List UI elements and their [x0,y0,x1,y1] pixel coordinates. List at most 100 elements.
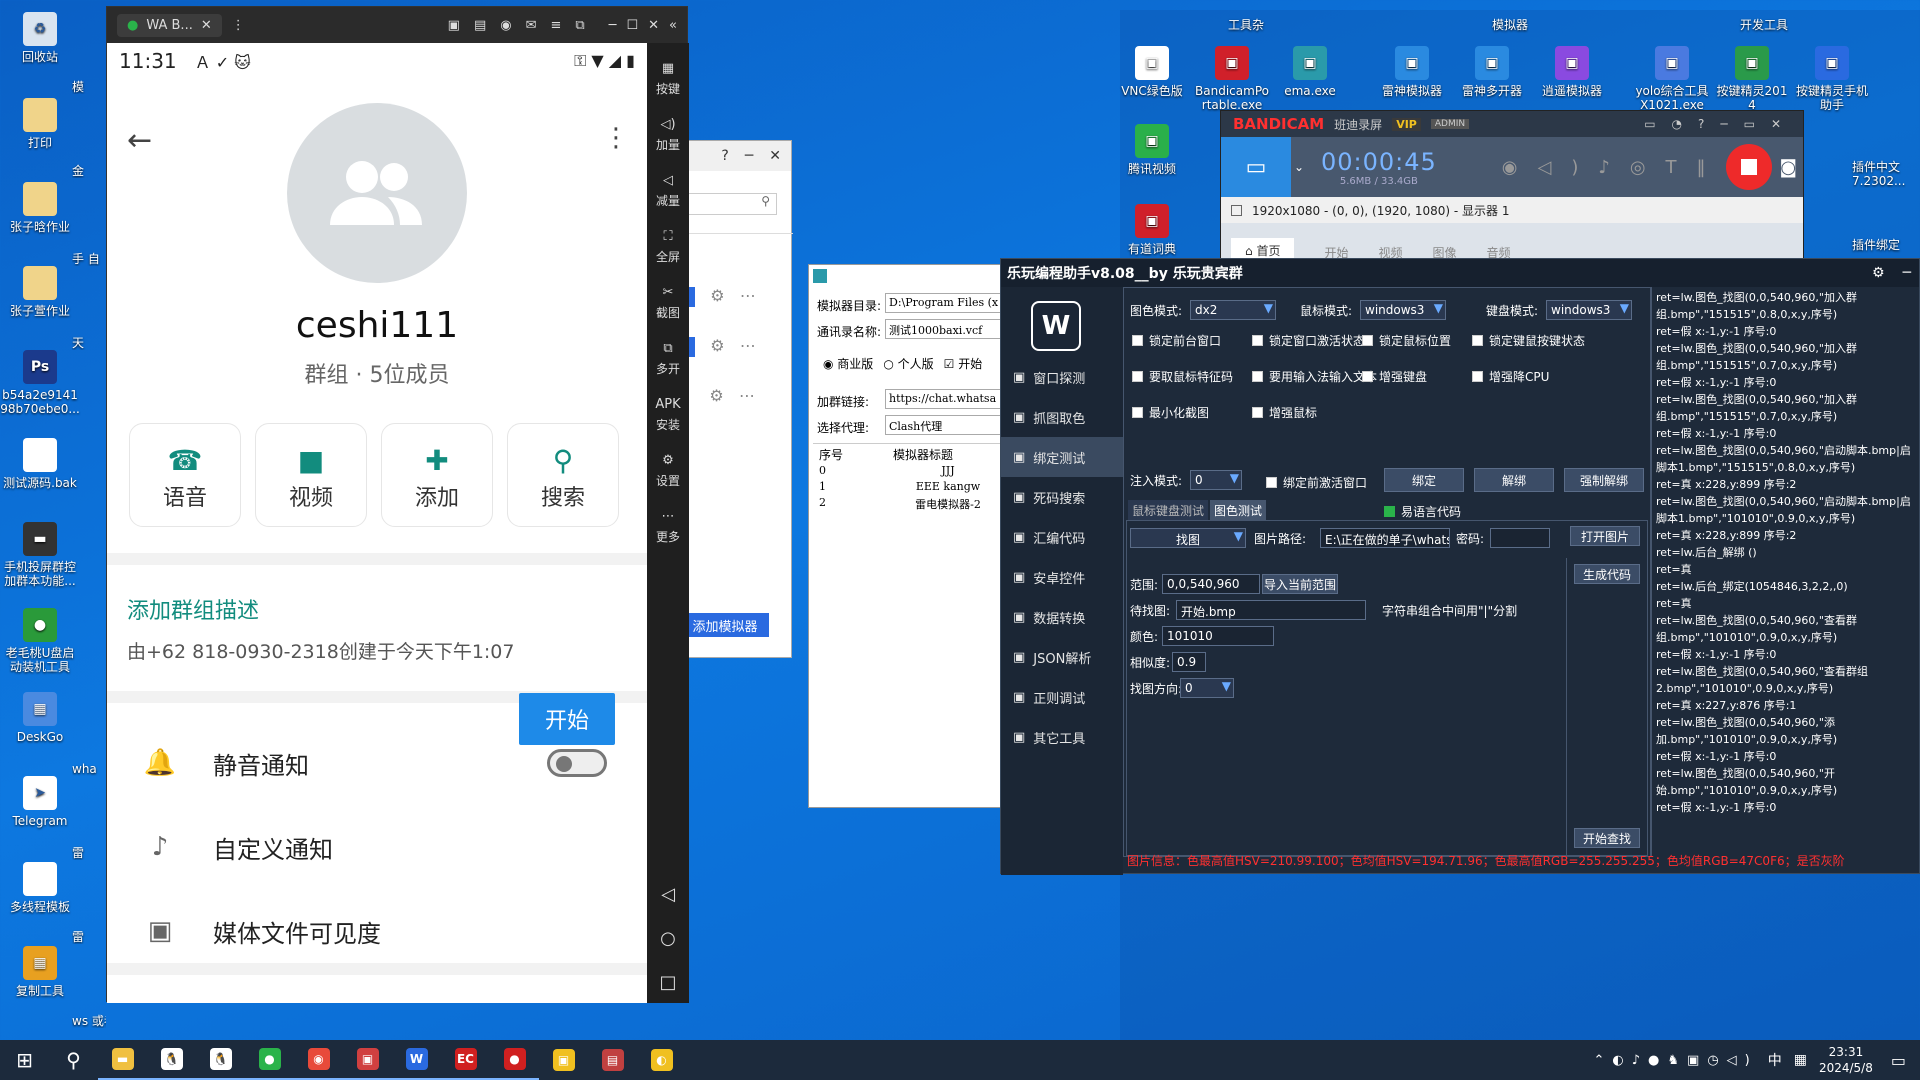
inject-mode-select[interactable]: 0 ▼ [1190,470,1242,490]
kb-mode-select[interactable]: windows3 ▼ [1546,300,1632,320]
taskbar-app[interactable]: ▣ [343,1040,392,1080]
find-type-select[interactable]: 找图 ▼ [1130,528,1246,548]
desktop-icon[interactable]: ▣ BandicamPo rtable.exe [1192,46,1272,112]
gear-icon[interactable]: ⚙ [710,336,724,355]
side-toolbar-button[interactable]: ⚙ 设置 [647,443,689,499]
mode-dropdown[interactable]: ⌄ [1291,160,1307,174]
side-toolbar-button[interactable]: ▦ 按键 [647,51,689,107]
nav-item[interactable]: ▣ 数据转换 [1001,597,1123,637]
generate-code-button[interactable]: 生成代码 [1574,564,1640,584]
camera-icon[interactable]: ◙ [1780,157,1797,178]
desktop-icon[interactable]: ▣ 逍遥模拟器 [1532,46,1612,98]
config-field-input[interactable]: D:\Program Files (x [885,293,1005,313]
collapse-icon[interactable]: « [669,18,677,33]
start-button[interactable]: 开始 [519,693,615,745]
desktop-icon[interactable]: ▦ DeskGo [0,692,80,744]
side-toolbar-button[interactable]: ✂ 截图 [647,275,689,331]
table-row[interactable]: 0 JJJ [813,464,1009,480]
desktop-icon[interactable]: ▣ VNC绿色版 [1112,46,1192,98]
start-checkbox[interactable]: ☑ 开始 [944,355,983,372]
search-input[interactable]: ⚲ [681,193,777,215]
bind-button[interactable]: 绑定 [1384,468,1464,492]
desktop-icon[interactable]: 打印 [0,98,80,150]
添加-action-button[interactable]: ✚ 添加 [381,423,493,527]
more-options-icon[interactable]: ⋮ [603,123,629,153]
range-input[interactable]: 0,0,540,960 [1162,574,1260,594]
desktop-icon-partial[interactable]: ws 或者个人.mp4 [72,1014,106,1028]
desktop-icon[interactable]: ▣ 雷神模拟器 [1372,46,1452,98]
radio-personal[interactable]: ○ 个人版 [883,355,933,372]
keyboard-icon[interactable]: ▦ [1794,1052,1807,1068]
start-button[interactable]: ⊞ [0,1040,49,1080]
option-checkbox[interactable]: 锁定前台窗口 [1132,332,1221,349]
tab-mouse-kb-test[interactable]: 鼠标键盘测试 [1128,500,1209,521]
gear-icon[interactable]: ⚙ [709,386,723,405]
bind-activate-checkbox[interactable]: 绑定前激活窗口 [1266,474,1367,491]
region-checkbox[interactable] [1231,204,1242,216]
desktop-icon[interactable]: ▦ 复制工具 [0,946,80,998]
minimize-icon[interactable]: ─ [1903,265,1911,281]
settings-row[interactable]: ▣ 媒体文件可见度 [107,891,647,971]
add-group-description[interactable]: 添加群组描述 [127,593,259,625]
clock[interactable]: 23:31 2024/5/8 [1819,1044,1873,1076]
settings-row[interactable]: ♪ 自定义通知 [107,807,647,887]
taskbar-app[interactable]: ● [490,1040,539,1080]
nav-item[interactable]: ▣ 其它工具 [1001,717,1123,757]
unbind-button[interactable]: 解绑 [1474,468,1554,492]
recents-nav-icon[interactable]: □ [647,961,689,1005]
table-row[interactable]: 2 雷电模拟器-2 [813,496,1009,512]
img-path-input[interactable]: E:\正在做的单子\whats/ [1320,528,1450,548]
nav-item[interactable]: ▣ 正则调试 [1001,677,1123,717]
desktop-icon-partial[interactable]: 手 自 [72,252,106,266]
nav-item[interactable]: ▣ 绑定测试 [1001,437,1123,477]
desktop-icon[interactable]: 多线程模板 [0,862,80,914]
config-field-input[interactable]: Clash代理 [885,415,1005,435]
desktop-icon[interactable]: ▣ yolo综合工具 X1021.exe [1632,46,1712,112]
force-unbind-button[interactable]: 强制解绑 [1564,468,1644,492]
desktop-icon[interactable]: ● 老毛桃U盘启 动装机工具 [0,608,80,674]
option-checkbox[interactable]: 最小化截图 [1132,404,1209,421]
taskbar-app[interactable]: ◐ [637,1040,686,1080]
back-nav-icon[interactable]: ◁ [647,873,689,917]
color-input[interactable]: 101010 [1162,626,1274,646]
desktop-icon[interactable]: ▣ 腾讯视频 [1112,124,1192,176]
nav-item[interactable]: ▣ 窗口探测 [1001,357,1123,397]
help-icon[interactable]: ? [721,148,728,164]
taskbar-app[interactable]: 🐧 [196,1040,245,1080]
mute-toggle[interactable] [547,749,607,777]
nav-item[interactable]: ▣ JSON解析 [1001,637,1123,677]
desktop-icon-partial[interactable]: 金 [72,164,106,178]
open-image-button[interactable]: 打开图片 [1570,526,1640,546]
start-find-button[interactable]: 开始查找 [1574,828,1640,848]
more-icon[interactable]: ⋯ [739,386,755,405]
taskbar-app[interactable]: ▬ [98,1040,147,1080]
similarity-input[interactable]: 0.9 [1172,652,1206,672]
back-arrow-icon[interactable]: ← [127,123,152,158]
desktop-icon[interactable]: 张子萱作业 [0,266,80,318]
search-icon[interactable]: ⚲ [49,1040,98,1080]
视频-action-button[interactable]: ■ 视频 [255,423,367,527]
table-row[interactable]: 1 EEE kangw [813,480,1009,496]
ime-indicator[interactable]: 中 [1768,1050,1782,1070]
more-icon[interactable]: ⋯ [740,286,756,305]
nav-item[interactable]: ▣ 汇编代码 [1001,517,1123,557]
maximize-icon[interactable]: ☐ [626,18,638,33]
config-field-input[interactable]: https://chat.whatsa [885,389,1005,409]
desktop-icon[interactable]: ▣ 雷神多开器 [1452,46,1532,98]
tray-icons[interactable]: ⌃◐♪●♞▣◷◁) [1594,1053,1758,1068]
desktop-icon-partial[interactable]: 雷 [72,930,106,944]
gear-icon[interactable]: ⚙ [710,286,724,305]
minimize-icon[interactable]: ─ [609,18,617,33]
more-icon[interactable]: ⋯ [740,336,756,355]
easy-lang-checkbox[interactable]: 易语言代码 [1384,503,1461,520]
window-controls[interactable]: ▭◔?─▭✕ [1644,117,1803,131]
desktop-icon[interactable]: 测试源码.bak [0,438,80,490]
settings-icon[interactable]: ⚙ [1872,265,1885,281]
side-toolbar-button[interactable]: APK 安装 [647,387,689,443]
desktop-icon[interactable]: ▬ 手机投屏群控 加群本功能... [0,522,80,588]
desktop-icon[interactable]: ▣ 按键精灵手机 助手 [1792,46,1872,112]
option-checkbox[interactable]: 要取鼠标特征码 [1132,368,1233,385]
taskbar-app[interactable]: W [392,1040,441,1080]
color-mode-select[interactable]: dx2 ▼ [1190,300,1276,320]
taskbar-app[interactable]: ● [245,1040,294,1080]
